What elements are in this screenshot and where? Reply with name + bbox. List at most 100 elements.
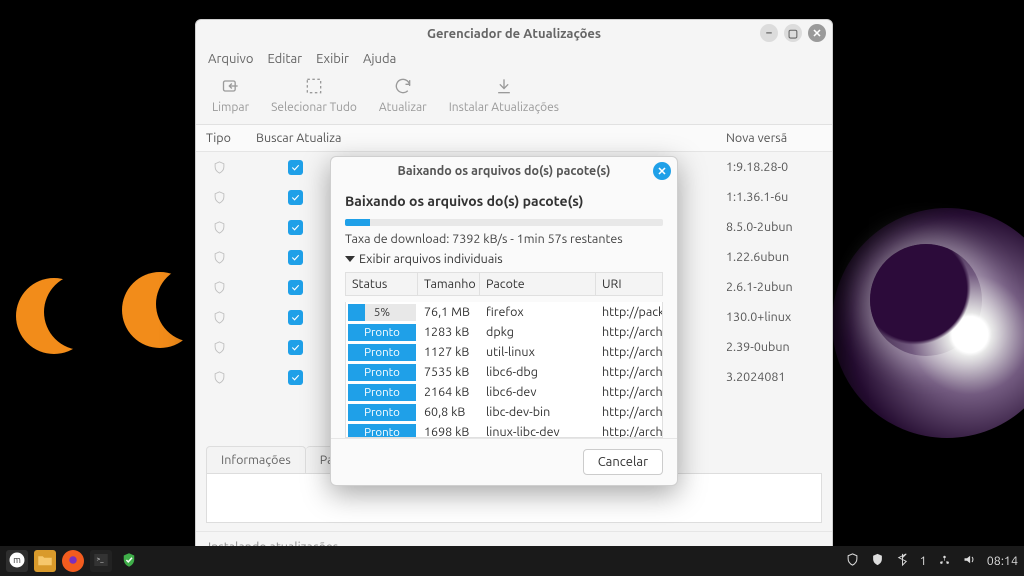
download-package: libc6-dev xyxy=(480,385,596,399)
row-version: 1.22.6ubun xyxy=(726,250,822,264)
download-uri: http://archive xyxy=(596,385,662,399)
tray-volume-icon[interactable] xyxy=(962,552,977,570)
toolbar-refresh-button[interactable]: Atualizar xyxy=(379,76,427,114)
tray-network-icon[interactable] xyxy=(937,552,952,570)
menubar: Arquivo Editar Exibir Ajuda xyxy=(196,48,832,70)
tray-bluetooth-icon[interactable] xyxy=(895,552,910,570)
row-type-icon xyxy=(206,189,256,206)
window-title: Gerenciador de Atualizações xyxy=(427,27,601,41)
taskbar: m >_ 1 08:14 xyxy=(0,546,1024,576)
taskbar-terminal[interactable]: >_ xyxy=(90,550,112,572)
chevron-down-icon xyxy=(345,256,355,262)
tab-informacoes[interactable]: Informações xyxy=(206,446,306,473)
toolbar-clear-button[interactable]: Limpar xyxy=(212,76,249,114)
expander-label: Exibir arquivos individuais xyxy=(359,252,503,266)
download-size: 76,1 MB xyxy=(418,305,480,319)
download-package: libc6-dbg xyxy=(480,365,596,379)
dialog-title: Baixando os arquivos do(s) pacote(s) xyxy=(398,164,611,178)
downloads-table-body: 5%76,1 MBfirefoxhttp://packagPronto1283 … xyxy=(345,302,663,438)
dl-col-pkg[interactable]: Pacote xyxy=(480,273,596,295)
svg-text:m: m xyxy=(13,555,21,565)
menu-button[interactable]: m xyxy=(6,550,28,572)
download-uri: http://archive xyxy=(596,345,662,359)
downloads-table-header: Status Tamanho Pacote URI xyxy=(345,272,663,296)
download-size: 60,8 kB xyxy=(418,405,480,419)
taskbar-firefox[interactable] xyxy=(62,550,84,572)
download-package: dpkg xyxy=(480,325,596,339)
toolbar-install-button[interactable]: Instalar Atualizações xyxy=(449,76,559,114)
overall-progress-bar xyxy=(345,219,663,226)
select-all-icon xyxy=(304,76,324,99)
firefox-icon xyxy=(64,551,82,572)
expand-individual-files[interactable]: Exibir arquivos individuais xyxy=(345,252,663,266)
toolbar: Limpar Selecionar Tudo Atualizar Instala… xyxy=(196,70,832,125)
download-row[interactable]: Pronto1283 kBdpkghttp://archive xyxy=(346,322,662,342)
download-row[interactable]: Pronto2164 kBlibc6-devhttp://archive xyxy=(346,382,662,402)
row-version: 130.0+linux xyxy=(726,310,822,324)
refresh-icon xyxy=(393,76,413,99)
tray-count: 1 xyxy=(920,554,927,568)
download-size: 1127 kB xyxy=(418,345,480,359)
wallpaper-moon-1 xyxy=(16,278,92,354)
wallpaper-moon-2 xyxy=(122,272,198,348)
cancel-button[interactable]: Cancelar xyxy=(583,449,663,475)
row-version: 2.39-0ubun xyxy=(726,340,822,354)
col-buscar[interactable]: Buscar Atualiza xyxy=(256,131,376,145)
download-row[interactable]: Pronto1127 kButil-linuxhttp://archive xyxy=(346,342,662,362)
tray-update-icon[interactable] xyxy=(845,552,860,570)
dl-col-status[interactable]: Status xyxy=(346,273,418,295)
download-package: linux-libc-dev xyxy=(480,425,596,438)
download-row[interactable]: Pronto7535 kBlibc6-dbghttp://archive xyxy=(346,362,662,382)
window-maximize-button[interactable]: ▢ xyxy=(784,24,802,42)
download-status: Pronto xyxy=(348,364,416,381)
download-uri: http://archive xyxy=(596,405,662,419)
col-versao[interactable]: Nova versã xyxy=(726,131,822,145)
menu-exibir[interactable]: Exibir xyxy=(316,52,349,66)
toolbar-install-label: Instalar Atualizações xyxy=(449,101,559,114)
folder-icon xyxy=(36,551,54,572)
toolbar-clear-label: Limpar xyxy=(212,101,249,114)
tray-clock[interactable]: 08:14 xyxy=(987,554,1018,568)
download-row[interactable]: Pronto1698 kBlinux-libc-devhttp://archiv… xyxy=(346,422,662,438)
dialog-close-button[interactable]: ✕ xyxy=(653,162,671,180)
download-status: 5% xyxy=(348,304,416,321)
row-type-icon xyxy=(206,339,256,356)
download-row[interactable]: 5%76,1 MBfirefoxhttp://packag xyxy=(346,302,662,322)
download-size: 1283 kB xyxy=(418,325,480,339)
col-tipo[interactable]: Tipo xyxy=(206,131,256,145)
row-version: 2.6.1-2ubun xyxy=(726,280,822,294)
download-package: libc-dev-bin xyxy=(480,405,596,419)
download-status: Pronto xyxy=(348,384,416,401)
download-size: 1698 kB xyxy=(418,425,480,438)
row-type-icon xyxy=(206,309,256,326)
row-type-icon xyxy=(206,279,256,296)
download-size: 2164 kB xyxy=(418,385,480,399)
row-type-icon xyxy=(206,159,256,176)
toolbar-select-all-button[interactable]: Selecionar Tudo xyxy=(271,76,357,114)
download-package: util-linux xyxy=(480,345,596,359)
dialog-titlebar[interactable]: Baixando os arquivos do(s) pacote(s) ✕ xyxy=(331,157,677,185)
tray-shield-icon[interactable] xyxy=(870,552,885,570)
row-version: 1:9.18.28-0 xyxy=(726,160,822,174)
taskbar-update-shield[interactable] xyxy=(118,550,140,572)
window-close-button[interactable]: ✕ xyxy=(808,24,826,42)
menu-arquivo[interactable]: Arquivo xyxy=(208,52,253,66)
row-type-icon xyxy=(206,219,256,236)
dl-col-size[interactable]: Tamanho xyxy=(418,273,480,295)
taskbar-files[interactable] xyxy=(34,550,56,572)
download-size: 7535 kB xyxy=(418,365,480,379)
window-titlebar[interactable]: Gerenciador de Atualizações – ▢ ✕ xyxy=(196,20,832,48)
download-package: firefox xyxy=(480,305,596,319)
download-row[interactable]: Pronto60,8 kBlibc-dev-binhttp://archive xyxy=(346,402,662,422)
window-minimize-button[interactable]: – xyxy=(760,24,778,42)
menu-ajuda[interactable]: Ajuda xyxy=(363,52,396,66)
download-status: Pronto xyxy=(348,424,416,439)
toolbar-select-all-label: Selecionar Tudo xyxy=(271,101,357,114)
download-icon xyxy=(494,76,514,99)
overall-progress-fill xyxy=(345,219,370,226)
download-dialog: Baixando os arquivos do(s) pacote(s) ✕ B… xyxy=(330,156,678,486)
shield-check-icon xyxy=(120,551,138,572)
dl-col-uri[interactable]: URI xyxy=(596,273,662,295)
menu-editar[interactable]: Editar xyxy=(267,52,302,66)
download-uri: http://archive xyxy=(596,365,662,379)
